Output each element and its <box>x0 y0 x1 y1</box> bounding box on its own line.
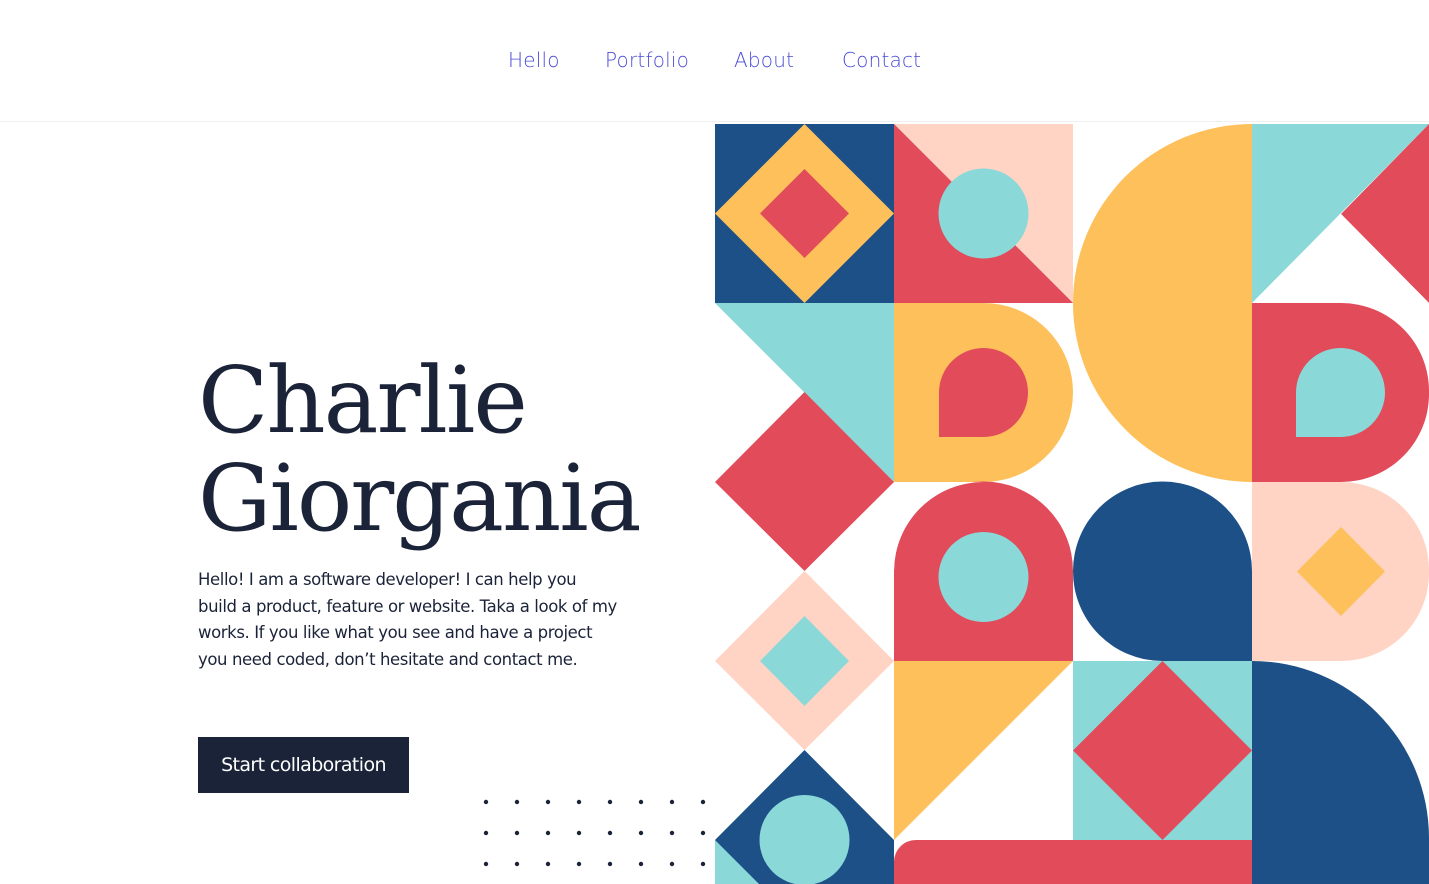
nav-link-hello[interactable]: Hello <box>508 44 560 76</box>
tile-navy-quarter-circle <box>1252 661 1429 884</box>
decor-dot <box>669 861 675 867</box>
hero-description: Hello! I am a software developer! I can … <box>198 570 617 669</box>
decor-dot <box>669 830 675 836</box>
tile-navy-circle <box>715 750 894 884</box>
decor-dot <box>700 830 706 836</box>
geometric-artwork <box>715 124 1429 884</box>
decor-dot <box>576 830 582 836</box>
nav-link-contact[interactable]: Contact <box>842 44 921 76</box>
decor-dot <box>638 861 644 867</box>
decor-dot <box>514 830 520 836</box>
start-collaboration-button[interactable]: Start collaboration <box>198 737 409 793</box>
nav-link-about[interactable]: About <box>734 44 794 76</box>
tile-navy-dome <box>1072 481 1252 661</box>
decor-dot <box>545 830 551 836</box>
tile-yellow-triangle <box>894 661 1073 840</box>
decor-dot <box>514 861 520 867</box>
dot-grid-decoration <box>483 799 706 867</box>
tile-red-drop <box>1252 303 1429 482</box>
hero-name-first: Charlie <box>198 347 528 454</box>
tile-peach-red-circle <box>894 124 1073 303</box>
top-navigation: Hello Portfolio About Contact <box>0 0 1429 122</box>
decor-dot <box>514 799 520 805</box>
decor-dot <box>483 861 489 867</box>
decor-dot <box>545 861 551 867</box>
tile-yellow-half-circle <box>1073 124 1252 482</box>
tile-peach-diamond <box>715 571 894 750</box>
decor-dot <box>607 799 613 805</box>
hero-name: Charlie Giorgania <box>198 347 642 552</box>
decor-dot <box>607 861 613 867</box>
decor-dot <box>607 830 613 836</box>
tile-teal-red-diamond <box>715 303 894 571</box>
decor-dot <box>669 799 675 805</box>
nav-menu: Hello Portfolio About Contact <box>0 44 1429 76</box>
tile-peach-yellow-diamond <box>1252 482 1429 661</box>
decor-dot <box>576 799 582 805</box>
decor-dot <box>545 799 551 805</box>
decor-dot <box>483 799 489 805</box>
tile-red-teal-circle <box>894 481 1073 661</box>
decor-dot <box>576 861 582 867</box>
decor-dot <box>483 830 489 836</box>
tile-teal-red-corner <box>1252 124 1429 303</box>
decor-dot <box>638 799 644 805</box>
tile-teal-red-diamond-2 <box>1073 661 1252 840</box>
decor-dot <box>700 799 706 805</box>
tile-yellow-drop <box>894 303 1073 482</box>
decor-dot <box>638 830 644 836</box>
tile-navy-diamond <box>715 124 894 303</box>
nav-link-portfolio[interactable]: Portfolio <box>605 44 689 76</box>
hero-name-last: Giorgania <box>198 445 642 552</box>
tile-red-bottom-strip <box>894 840 1252 884</box>
decor-dot <box>700 861 706 867</box>
